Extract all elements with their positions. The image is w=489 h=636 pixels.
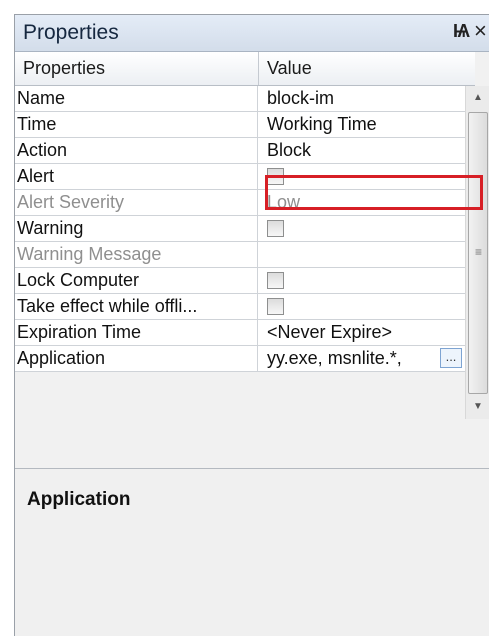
property-name: Alert Severity [15, 190, 258, 215]
scroll-grip-icon: ≡ [475, 245, 483, 259]
property-name: Warning [15, 216, 258, 241]
property-row[interactable]: Name block-im [15, 86, 465, 112]
property-value[interactable]: block-im [259, 86, 465, 111]
description-title: Application [27, 489, 131, 510]
property-row[interactable]: Warning Message [15, 242, 465, 268]
property-value[interactable] [259, 268, 465, 293]
property-value[interactable] [259, 216, 465, 241]
property-value[interactable]: Block [259, 138, 465, 163]
property-row[interactable]: Lock Computer [15, 268, 465, 294]
close-icon[interactable]: × [474, 18, 487, 44]
property-row[interactable]: Expiration Time <Never Expire> [15, 320, 465, 346]
property-value[interactable] [259, 164, 465, 189]
property-checkbox[interactable] [267, 298, 284, 315]
property-name: Application [15, 346, 258, 371]
property-row[interactable]: Warning [15, 216, 465, 242]
property-name: Time [15, 112, 258, 137]
header-value[interactable]: Value [267, 58, 312, 79]
property-row[interactable]: Application yy.exe, msnlite.*,... [15, 346, 465, 372]
property-row[interactable]: Time Working Time [15, 112, 465, 138]
property-name: Action [15, 138, 258, 163]
property-checkbox[interactable] [267, 168, 284, 185]
property-name: Expiration Time [15, 320, 258, 345]
property-value: Low [259, 190, 465, 215]
scroll-up-arrow-icon[interactable]: ▲ [466, 86, 489, 110]
property-value-text: Low [267, 192, 301, 212]
property-name: Lock Computer [15, 268, 258, 293]
property-value[interactable]: <Never Expire> [259, 320, 465, 345]
property-rows: Name block-im Time Working Time Action Block A… [15, 86, 465, 372]
property-name: Alert [15, 164, 258, 189]
property-value-text: <Never Expire> [267, 322, 393, 342]
panel-title-bar[interactable]: Properties Ѩ × [15, 15, 489, 52]
panel-title: Properties [23, 21, 119, 44]
grid-header: Properties Value [15, 52, 475, 86]
property-value[interactable]: Working Time [259, 112, 465, 137]
property-checkbox[interactable] [267, 220, 284, 237]
property-value[interactable] [259, 294, 465, 319]
property-value-text: yy.exe, msnlite.*, [267, 348, 402, 368]
pin-icon[interactable]: Ѩ [453, 21, 470, 42]
property-row[interactable]: Alert [15, 164, 465, 190]
property-checkbox[interactable] [267, 272, 284, 289]
description-pane: Application [15, 468, 489, 636]
header-properties[interactable]: Properties [23, 58, 105, 79]
property-row[interactable]: Alert Severity Low [15, 190, 465, 216]
property-name: Name [15, 86, 258, 111]
property-row[interactable]: Action Block [15, 138, 465, 164]
scroll-down-arrow-icon[interactable]: ▼ [466, 395, 489, 419]
scroll-thumb[interactable]: ≡ [468, 112, 488, 394]
property-value[interactable]: yy.exe, msnlite.*,... [259, 346, 465, 371]
browse-ellipsis-button[interactable]: ... [440, 348, 462, 368]
property-value-text: Working Time [267, 114, 377, 134]
property-value [259, 242, 465, 267]
property-value-text: Block [267, 140, 312, 160]
property-value-text: block-im [267, 88, 335, 108]
properties-panel: Properties Ѩ × Properties Value Name bloc… [14, 14, 489, 636]
property-name: Warning Message [15, 242, 258, 267]
property-name: Take effect while offli... [15, 294, 258, 319]
header-divider[interactable] [258, 52, 259, 85]
property-row[interactable]: Take effect while offli... [15, 294, 465, 320]
vertical-scrollbar[interactable]: ▲ ≡ ▼ [465, 86, 489, 419]
